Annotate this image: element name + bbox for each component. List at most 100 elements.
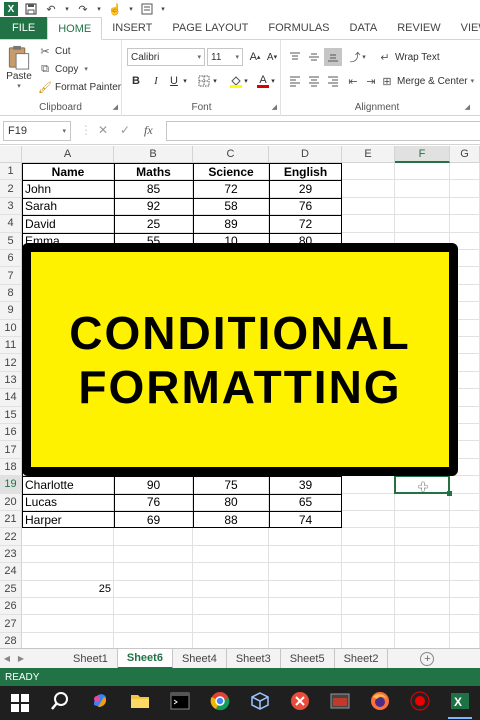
font-size-select[interactable]: 11 ▾	[207, 48, 243, 66]
copy-dropdown-icon[interactable]: ▾	[84, 65, 88, 73]
bottom-align-icon[interactable]	[324, 48, 342, 66]
sheet-nav-prev-icon[interactable]: ▶	[14, 654, 28, 663]
cancel-icon[interactable]: ✕	[98, 123, 108, 137]
row-header-4[interactable]: 4	[0, 215, 22, 233]
name-cell[interactable]: Lucas	[22, 494, 114, 511]
paste-button[interactable]: Paste ▾	[4, 44, 34, 90]
font-launcher-icon[interactable]: ◢	[272, 103, 277, 111]
row-header-14[interactable]: 14	[0, 389, 22, 407]
row-header-23[interactable]: 23	[0, 545, 22, 564]
tab-insert[interactable]: INSERT	[102, 17, 162, 39]
row-header-24[interactable]: 24	[0, 563, 22, 581]
tab-data[interactable]: DATA	[340, 17, 388, 39]
decrease-indent-icon[interactable]: ⇤	[344, 72, 362, 90]
customize-icon[interactable]: ▾	[128, 2, 134, 16]
fill-handle[interactable]	[447, 490, 452, 496]
name-cell[interactable]: Sarah	[22, 198, 114, 215]
table-header-maths[interactable]: Maths	[114, 163, 193, 180]
font-name-select[interactable]: Calibri ▾	[127, 48, 205, 66]
name-cell[interactable]: David	[22, 215, 114, 232]
score-cell[interactable]: 76	[269, 198, 342, 215]
column-header-c[interactable]: C	[193, 146, 269, 163]
score-cell[interactable]: 90	[114, 476, 193, 493]
row-header-11[interactable]: 11	[0, 337, 22, 355]
table-header-science[interactable]: Science	[193, 163, 269, 180]
tab-file[interactable]: FILE	[0, 17, 48, 39]
row-header-17[interactable]: 17	[0, 441, 22, 459]
copy-button[interactable]: ⧉ Copy ▾	[38, 62, 88, 76]
table-header-name[interactable]: Name	[22, 163, 114, 180]
row-header-19[interactable]: 19	[0, 476, 22, 494]
row-header-9[interactable]: 9	[0, 302, 22, 320]
form-icon[interactable]	[140, 2, 154, 16]
align-left-icon[interactable]	[286, 72, 304, 90]
row-header-12[interactable]: 12	[0, 354, 22, 372]
name-cell[interactable]: John	[22, 180, 114, 197]
score-cell[interactable]: 72	[269, 215, 342, 232]
column-header-a[interactable]: A	[22, 146, 114, 163]
row-header-2[interactable]: 2	[0, 180, 22, 198]
column-header-e[interactable]: E	[342, 146, 395, 163]
terminal-taskbar-button[interactable]	[160, 686, 200, 720]
row-header-6[interactable]: 6	[0, 250, 22, 268]
row-header-27[interactable]: 27	[0, 615, 22, 633]
name-cell[interactable]: Charlotte	[22, 476, 114, 493]
score-cell[interactable]: 65	[269, 494, 342, 511]
tab-view[interactable]: VIEW	[451, 17, 480, 39]
column-header-f[interactable]: F	[395, 146, 450, 163]
customize-dropdown-icon[interactable]: ▾	[160, 2, 166, 16]
row-header-3[interactable]: 3	[0, 197, 22, 216]
value-cell[interactable]: 25	[22, 581, 114, 598]
score-cell[interactable]: 29	[269, 180, 342, 197]
undo-dropdown-icon[interactable]: ▾	[64, 2, 70, 16]
middle-align-icon[interactable]	[305, 48, 323, 66]
enter-icon[interactable]: ✓	[120, 123, 130, 137]
row-header-15[interactable]: 15	[0, 406, 22, 424]
start-taskbar-button[interactable]	[0, 686, 40, 720]
row-header-18[interactable]: 18	[0, 458, 22, 477]
paste-dropdown-icon[interactable]: ▾	[17, 82, 21, 90]
sheet-tab-sheet6[interactable]: Sheet6	[117, 648, 173, 669]
cut-button[interactable]: ✂ Cut	[38, 44, 70, 58]
touch-mode-icon[interactable]: ☝	[108, 2, 122, 16]
sheet-nav-first-icon[interactable]: ◀	[0, 654, 14, 663]
wrap-text-button[interactable]: ↵ Wrap Text	[378, 50, 439, 64]
score-cell[interactable]: 58	[193, 198, 269, 215]
row-header-25[interactable]: 25	[0, 580, 22, 598]
tab-review[interactable]: REVIEW	[387, 17, 450, 39]
folder-window-taskbar-button[interactable]	[320, 686, 360, 720]
sheet-tab-sheet4[interactable]: Sheet4	[173, 648, 227, 669]
row-header-26[interactable]: 26	[0, 598, 22, 616]
align-center-icon[interactable]	[305, 72, 323, 90]
name-box[interactable]: F19 ▾	[3, 121, 71, 141]
score-cell[interactable]: 25	[114, 215, 193, 232]
score-cell[interactable]: 74	[269, 511, 342, 528]
undo-icon[interactable]: ↶	[44, 2, 58, 16]
row-header-28[interactable]: 28	[0, 632, 22, 648]
row-header-13[interactable]: 13	[0, 371, 22, 390]
score-cell[interactable]: 76	[114, 494, 193, 511]
row-header-21[interactable]: 21	[0, 511, 22, 529]
score-cell[interactable]: 72	[193, 180, 269, 197]
tab-home[interactable]: HOME	[47, 17, 103, 40]
decrease-font-size-button[interactable]: A ▾	[263, 48, 281, 66]
merge-center-dropdown-icon[interactable]: ▾	[471, 77, 475, 85]
orientation-dropdown-icon[interactable]: ▾	[360, 48, 368, 66]
underline-dropdown-icon[interactable]: ▾	[181, 72, 189, 90]
3d-box-taskbar-button[interactable]	[240, 686, 280, 720]
row-header-7[interactable]: 7	[0, 267, 22, 285]
search-taskbar-button[interactable]	[40, 686, 80, 720]
select-all-corner[interactable]	[0, 146, 22, 163]
name-cell[interactable]: Harper	[22, 511, 114, 528]
column-header-d[interactable]: D	[269, 146, 342, 163]
italic-button[interactable]: I	[147, 72, 165, 90]
sheet-tab-sheet3[interactable]: Sheet3	[227, 648, 281, 669]
app-red-taskbar-button[interactable]	[280, 686, 320, 720]
fill-color-dropdown-icon[interactable]: ▾	[242, 72, 250, 90]
increase-indent-icon[interactable]: ⇥	[362, 72, 380, 90]
column-header-g[interactable]: G	[450, 146, 480, 163]
borders-dropdown-icon[interactable]: ▾	[211, 72, 219, 90]
row-header-1[interactable]: 1	[0, 163, 22, 181]
table-header-english[interactable]: English	[269, 163, 342, 180]
redo-icon[interactable]: ↷	[76, 2, 90, 16]
